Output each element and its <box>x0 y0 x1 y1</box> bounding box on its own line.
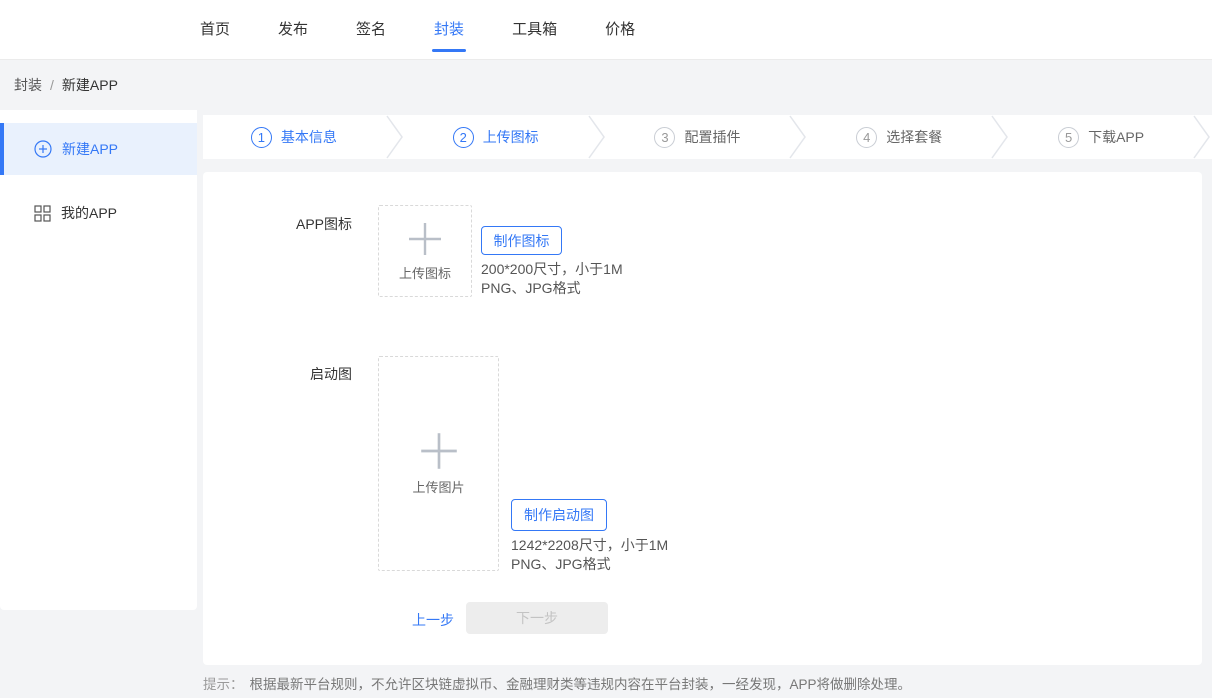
step-download-app: 5 下载APP <box>1010 115 1192 159</box>
nav-item-publish[interactable]: 发布 <box>278 19 308 41</box>
splash-hint-size: 1242*2208尺寸，小于1M <box>511 536 668 555</box>
app-icon-hint: 200*200尺寸，小于1M PNG、JPG格式 <box>481 260 623 298</box>
breadcrumb-parent[interactable]: 封装 <box>14 75 42 95</box>
step-number: 4 <box>856 127 877 148</box>
step-choose-plan: 4 选择套餐 <box>808 115 990 159</box>
step-label: 选择套餐 <box>886 127 942 147</box>
make-icon-button[interactable]: 制作图标 <box>481 226 562 255</box>
splash-hint: 1242*2208尺寸，小于1M PNG、JPG格式 <box>511 536 668 574</box>
nav-item-toolbox[interactable]: 工具箱 <box>512 19 557 41</box>
grid-icon <box>34 205 51 222</box>
app-icon-label: APP图标 <box>203 214 352 234</box>
step-label: 上传图标 <box>483 127 539 147</box>
app-icon-upload-box[interactable]: 上传图标 <box>378 205 472 297</box>
sidebar-item-label: 新建APP <box>62 139 118 159</box>
previous-step-link[interactable]: 上一步 <box>412 610 454 630</box>
plus-icon <box>419 431 459 471</box>
upload-image-text: 上传图片 <box>412 477 464 496</box>
sidebar: 新建APP 我的APP <box>0 110 197 610</box>
step-number: 1 <box>251 127 272 148</box>
main-panel: APP图标 上传图标 制作图标 200*200尺寸，小于1M PNG、JPG格式… <box>203 172 1202 665</box>
app-icon-hint-size: 200*200尺寸，小于1M <box>481 260 623 279</box>
step-label: 下载APP <box>1088 127 1144 147</box>
nav-item-home[interactable]: 首页 <box>200 19 230 41</box>
step-chevron-icon <box>990 115 1010 159</box>
nav-item-package[interactable]: 封装 <box>434 19 464 41</box>
splash-image-label: 启动图 <box>203 364 352 384</box>
step-configure-plugins: 3 配置插件 <box>607 115 789 159</box>
step-number: 3 <box>654 127 675 148</box>
step-upload-icon: 2 上传图标 <box>405 115 587 159</box>
breadcrumb: 封装 / 新建APP <box>0 60 1212 110</box>
step-chevron-icon <box>385 115 405 159</box>
step-chevron-icon <box>587 115 607 159</box>
breadcrumb-current: 新建APP <box>62 75 118 95</box>
page: 首页 发布 签名 封装 工具箱 价格 封装 / 新建APP 新建APP <box>0 0 1212 698</box>
step-label: 基本信息 <box>281 127 337 147</box>
step-label: 配置插件 <box>684 127 740 147</box>
sidebar-item-my-app[interactable]: 我的APP <box>0 189 197 237</box>
step-chevron-icon <box>1192 115 1212 159</box>
notice-text: 根据最新平台规则，不允许区块链虚拟币、金融理财类等违规内容在平台封装，一经发现，… <box>250 673 912 693</box>
breadcrumb-separator: / <box>50 77 54 93</box>
notice-prefix: 提示： <box>203 673 244 693</box>
footer-notice: 提示： 根据最新平台规则，不允许区块链虚拟币、金融理财类等违规内容在平台封装，一… <box>203 673 911 693</box>
upload-icon-text: 上传图标 <box>399 263 451 282</box>
top-nav: 首页 发布 签名 封装 工具箱 价格 <box>0 0 1212 60</box>
next-step-button[interactable]: 下一步 <box>466 602 608 634</box>
app-icon-hint-format: PNG、JPG格式 <box>481 279 623 298</box>
nav-item-sign[interactable]: 签名 <box>356 19 386 41</box>
sidebar-item-label: 我的APP <box>61 203 117 223</box>
step-number: 5 <box>1058 127 1079 148</box>
splash-hint-format: PNG、JPG格式 <box>511 555 668 574</box>
splash-upload-box[interactable]: 上传图片 <box>378 356 499 571</box>
sidebar-item-new-app[interactable]: 新建APP <box>0 123 197 175</box>
plus-circle-icon <box>34 140 52 158</box>
plus-icon <box>407 221 443 257</box>
nav-item-price[interactable]: 价格 <box>605 19 635 41</box>
step-chevron-icon <box>788 115 808 159</box>
step-basic-info: 1 基本信息 <box>203 115 385 159</box>
step-number: 2 <box>453 127 474 148</box>
step-wizard: 1 基本信息 2 上传图标 3 配置插件 4 选择套餐 5 下载APP <box>203 115 1212 159</box>
make-splash-button[interactable]: 制作启动图 <box>511 499 607 531</box>
